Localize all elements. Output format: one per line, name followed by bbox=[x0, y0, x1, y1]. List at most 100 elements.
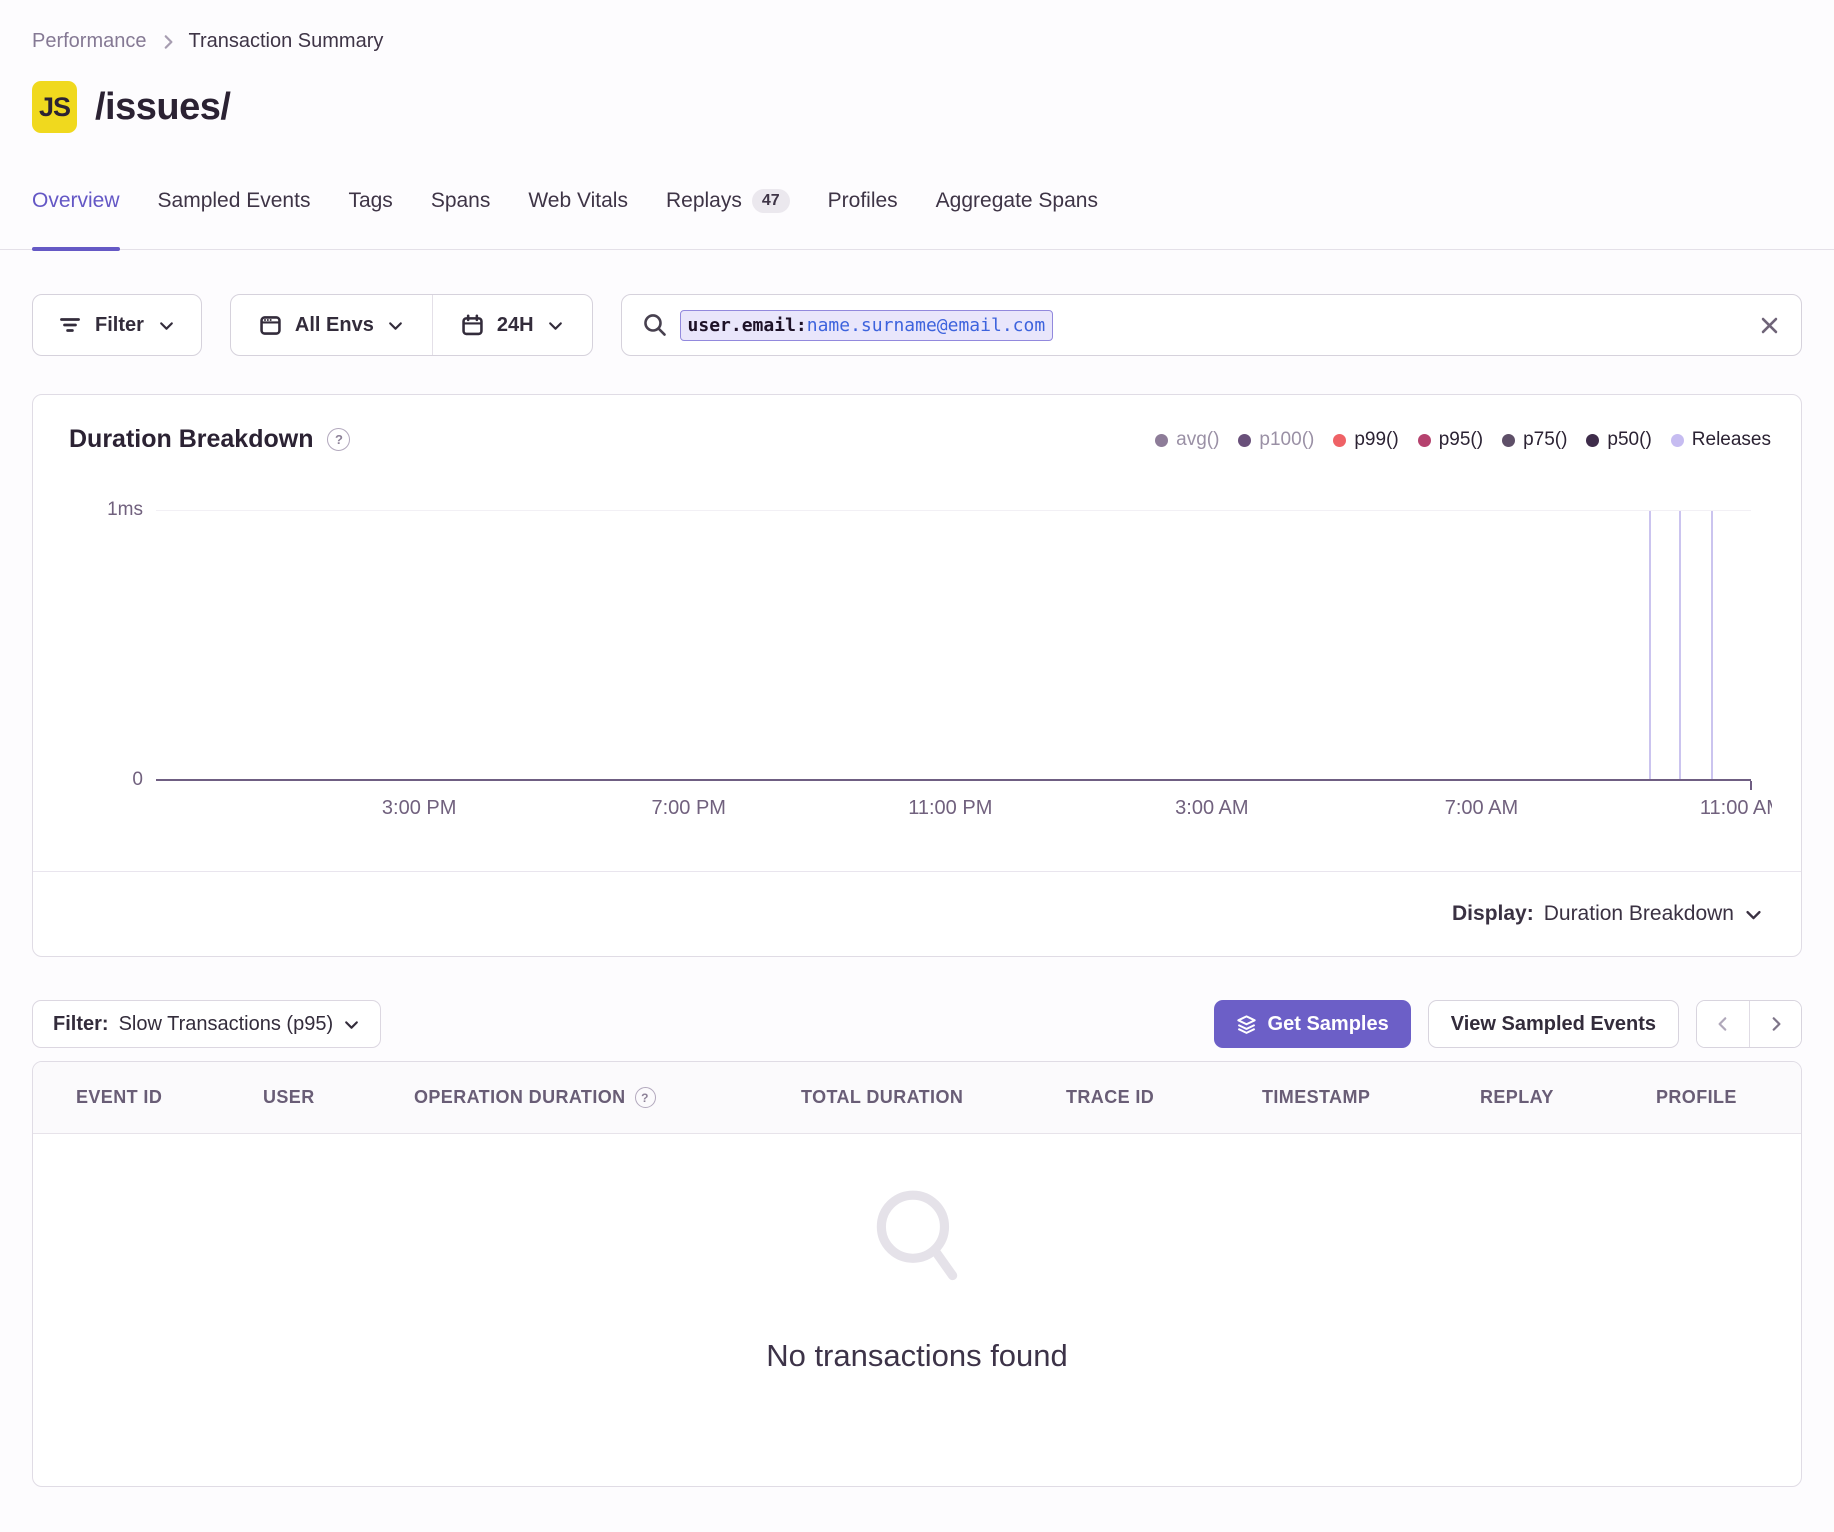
tab-sampled-events[interactable]: Sampled Events bbox=[158, 179, 311, 249]
search-input[interactable]: user.email:name.surname@email.com bbox=[621, 294, 1802, 356]
x-axis-tick-mark bbox=[1750, 781, 1752, 790]
get-samples-label: Get Samples bbox=[1268, 1013, 1389, 1036]
get-samples-button[interactable]: Get Samples bbox=[1214, 1000, 1411, 1048]
help-icon[interactable]: ? bbox=[327, 428, 350, 451]
column-label: EVENT ID bbox=[76, 1087, 162, 1108]
column-label: TRACE ID bbox=[1066, 1087, 1154, 1108]
tab-bar: Overview Sampled Events Tags Spans Web V… bbox=[0, 179, 1834, 250]
x-axis-tick-label: 11:00 PM bbox=[908, 797, 992, 820]
transaction-summary-page: Performance Transaction Summary JS /issu… bbox=[0, 0, 1834, 1532]
column-header-total-duration: TOTAL DURATION bbox=[801, 1087, 1066, 1108]
legend-item-p75[interactable]: p75() bbox=[1502, 429, 1567, 451]
transactions-filter-dropdown[interactable]: Filter: Slow Transactions (p95) bbox=[32, 1000, 381, 1048]
legend-item-avg[interactable]: avg() bbox=[1155, 429, 1219, 451]
legend-label: p95() bbox=[1439, 429, 1483, 451]
chevron-down-icon bbox=[387, 317, 404, 334]
x-axis-tick-label: 7:00 AM bbox=[1445, 797, 1518, 820]
filter-bar: Filter All Envs 24H bbox=[32, 294, 1802, 356]
tab-label: Tags bbox=[348, 189, 392, 213]
column-header-timestamp: TIMESTAMP bbox=[1262, 1087, 1480, 1108]
table-header-row: EVENT ID USER OPERATION DURATION ? TOTAL… bbox=[33, 1062, 1801, 1134]
transactions-toolbar: Filter: Slow Transactions (p95) Get Samp… bbox=[32, 1000, 1802, 1048]
page-header: JS /issues/ bbox=[32, 79, 1802, 135]
transactions-filter-label: Filter: bbox=[53, 1013, 109, 1036]
tab-overview[interactable]: Overview bbox=[32, 179, 120, 249]
tab-profiles[interactable]: Profiles bbox=[828, 179, 898, 249]
chart-legend: avg() p100() p99() p95() p75() p50() Rel… bbox=[1155, 429, 1771, 451]
legend-label: p50() bbox=[1607, 429, 1651, 451]
tab-aggregate-spans[interactable]: Aggregate Spans bbox=[936, 179, 1098, 249]
layers-icon bbox=[1236, 1014, 1257, 1035]
x-axis-line bbox=[156, 779, 1751, 781]
search-icon bbox=[642, 312, 668, 338]
release-marker-line[interactable] bbox=[1711, 511, 1713, 779]
display-mode-value: Duration Breakdown bbox=[1544, 902, 1734, 926]
view-sampled-events-button[interactable]: View Sampled Events bbox=[1428, 1000, 1679, 1048]
chart-header: Duration Breakdown ? avg() p100() p99() … bbox=[69, 425, 1771, 454]
pagination bbox=[1696, 1000, 1802, 1048]
chevron-right-icon bbox=[159, 33, 177, 51]
close-icon bbox=[1758, 314, 1781, 337]
legend-label: p100() bbox=[1259, 429, 1314, 451]
search-clear-button[interactable] bbox=[1758, 314, 1781, 337]
legend-label: p75() bbox=[1523, 429, 1567, 451]
legend-item-p95[interactable]: p95() bbox=[1418, 429, 1483, 451]
view-sampled-events-label: View Sampled Events bbox=[1451, 1013, 1656, 1036]
legend-item-p99[interactable]: p99() bbox=[1333, 429, 1398, 451]
chevron-down-icon bbox=[158, 317, 175, 334]
column-header-trace-id: TRACE ID bbox=[1066, 1087, 1262, 1108]
legend-dot bbox=[1155, 434, 1168, 447]
environment-selector[interactable]: All Envs bbox=[231, 295, 432, 355]
filter-button[interactable]: Filter bbox=[32, 294, 202, 356]
chart-plot-area[interactable]: 3:00 PM 7:00 PM 11:00 PM 3:00 AM 7:00 AM… bbox=[156, 510, 1772, 840]
platform-js-badge: JS bbox=[32, 81, 77, 133]
x-axis-tick-label: 3:00 PM bbox=[382, 797, 456, 820]
empty-state-message: No transactions found bbox=[766, 1338, 1068, 1374]
column-header-user: USER bbox=[263, 1087, 414, 1108]
legend-dot bbox=[1502, 434, 1515, 447]
tab-label: Spans bbox=[431, 189, 491, 213]
next-page-button[interactable] bbox=[1749, 1001, 1801, 1047]
legend-item-releases[interactable]: Releases bbox=[1671, 429, 1771, 451]
tab-label: Sampled Events bbox=[158, 189, 311, 213]
column-label: REPLAY bbox=[1480, 1087, 1554, 1108]
previous-page-button[interactable] bbox=[1697, 1001, 1749, 1047]
display-label: Display: bbox=[1452, 902, 1534, 926]
legend-dot bbox=[1671, 434, 1684, 447]
breadcrumb: Performance Transaction Summary bbox=[0, 0, 1834, 53]
transactions-filter-value: Slow Transactions (p95) bbox=[119, 1013, 334, 1036]
legend-item-p100[interactable]: p100() bbox=[1238, 429, 1314, 451]
calendar-icon bbox=[461, 314, 484, 337]
legend-dot bbox=[1586, 434, 1599, 447]
tab-tags[interactable]: Tags bbox=[348, 179, 392, 249]
display-mode-selector[interactable]: Duration Breakdown bbox=[1544, 902, 1763, 926]
tab-replays[interactable]: Replays 47 bbox=[666, 179, 790, 249]
legend-item-p50[interactable]: p50() bbox=[1586, 429, 1651, 451]
legend-label: avg() bbox=[1176, 429, 1219, 451]
release-marker-line[interactable] bbox=[1649, 511, 1651, 779]
tab-label: Web Vitals bbox=[528, 189, 628, 213]
x-axis-tick-label: 11:00 AM bbox=[1700, 797, 1772, 820]
column-label: TOTAL DURATION bbox=[801, 1087, 963, 1108]
date-range-label: 24H bbox=[497, 314, 534, 337]
legend-dot bbox=[1238, 434, 1251, 447]
help-icon[interactable]: ? bbox=[635, 1087, 656, 1108]
window-icon bbox=[259, 314, 282, 337]
chevron-left-icon bbox=[1714, 1015, 1732, 1033]
tab-spans[interactable]: Spans bbox=[431, 179, 491, 249]
tab-web-vitals[interactable]: Web Vitals bbox=[528, 179, 628, 249]
transactions-table: EVENT ID USER OPERATION DURATION ? TOTAL… bbox=[32, 1061, 1802, 1487]
tab-label: Replays bbox=[666, 189, 742, 213]
breadcrumb-current: Transaction Summary bbox=[189, 30, 384, 53]
search-query-token[interactable]: user.email:name.surname@email.com bbox=[680, 310, 1054, 341]
y-axis-tick-max: 1ms bbox=[33, 499, 143, 521]
replays-count-badge: 47 bbox=[752, 189, 790, 213]
release-marker-line[interactable] bbox=[1679, 511, 1681, 779]
environment-selector-label: All Envs bbox=[295, 314, 374, 337]
date-range-selector[interactable]: 24H bbox=[433, 295, 592, 355]
legend-label: Releases bbox=[1692, 429, 1771, 451]
legend-dot bbox=[1418, 434, 1431, 447]
chevron-right-icon bbox=[1767, 1015, 1785, 1033]
breadcrumb-performance-link[interactable]: Performance bbox=[32, 30, 147, 53]
chart-title: Duration Breakdown bbox=[69, 425, 313, 454]
